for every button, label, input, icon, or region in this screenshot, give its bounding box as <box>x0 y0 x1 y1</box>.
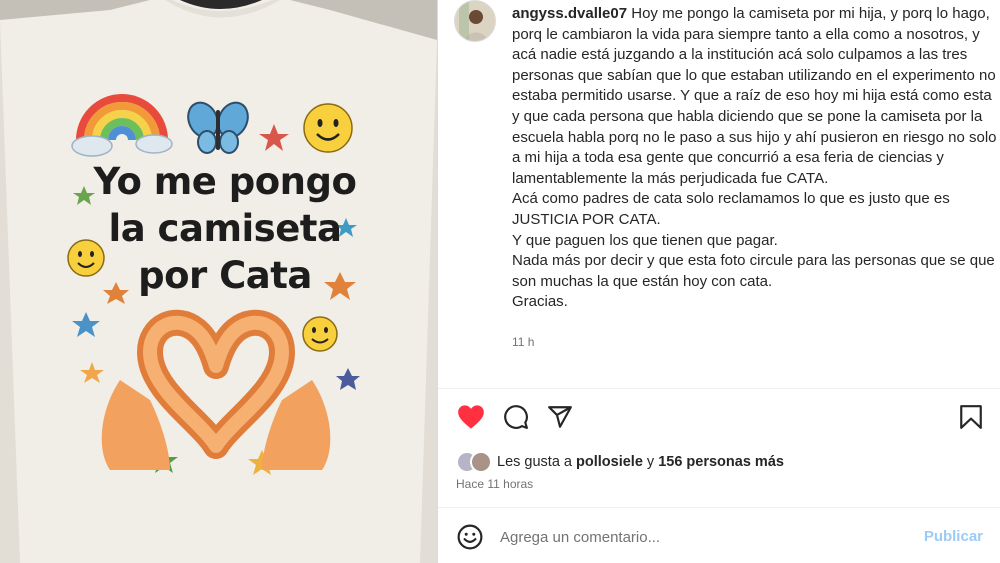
author-username[interactable]: angyss.dvalle07 <box>512 5 627 22</box>
post-timestamp[interactable]: Hace 11 horas <box>456 477 533 491</box>
shirt-slogan: Yo me pongo la camiseta por Cata <box>60 158 390 299</box>
instagram-post: Yo me pongo la camiseta por Cata angyss.… <box>0 0 1000 563</box>
caption-text: Hoy me pongo la camiseta por mi hija, y … <box>512 5 997 311</box>
save-icon <box>960 405 982 429</box>
likes-prefix: Les gusta a <box>497 454 576 470</box>
post-caption: angyss.dvalle07 Hoy me pongo la camiseta… <box>512 4 1000 313</box>
share-icon <box>548 406 572 428</box>
comment-icon <box>504 405 528 429</box>
actions-separator <box>438 388 1000 389</box>
save-button[interactable] <box>956 402 986 432</box>
author-avatar[interactable] <box>454 0 496 42</box>
likes-summary: Les gusta a pollosiele y 156 personas má… <box>456 449 784 475</box>
likes-middle: y <box>642 454 659 470</box>
heart-icon <box>458 405 484 429</box>
comment-bar: Publicar <box>438 507 1000 563</box>
shirt-line-2: la camiseta <box>108 207 342 250</box>
action-bar <box>456 402 986 432</box>
share-button[interactable] <box>545 402 575 432</box>
emoji-icon <box>457 524 483 550</box>
like-button[interactable] <box>456 402 486 432</box>
shirt-line-3: por Cata <box>138 254 312 297</box>
publish-button[interactable]: Publicar <box>924 528 983 545</box>
liker-avatar[interactable] <box>470 451 492 473</box>
likes-text: Les gusta a pollosiele y 156 personas má… <box>497 454 784 470</box>
avatar-photo <box>455 1 495 41</box>
likes-user-link[interactable]: pollosiele <box>576 454 643 470</box>
emoji-button[interactable] <box>457 524 483 550</box>
comment-input[interactable] <box>500 524 900 550</box>
comment-button[interactable] <box>501 402 531 432</box>
post-image: Yo me pongo la camiseta por Cata <box>0 0 437 563</box>
post-details-panel: angyss.dvalle07 Hoy me pongo la camiseta… <box>438 0 1000 563</box>
caption-timestamp[interactable]: 11 h <box>512 335 534 349</box>
likes-others-link[interactable]: 156 personas más <box>658 454 784 470</box>
shirt-line-1: Yo me pongo <box>93 160 357 203</box>
